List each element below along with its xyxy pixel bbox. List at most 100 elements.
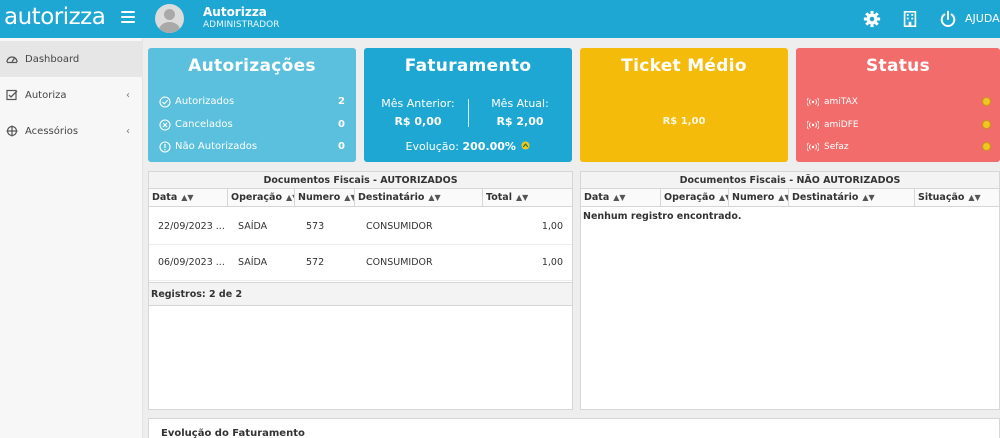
evolution-value: 200.00% (462, 140, 516, 153)
chart-section: Evolução do Faturamento (148, 418, 1000, 438)
wifi-signal-icon (807, 142, 819, 152)
app-logo[interactable]: autorizza (4, 4, 106, 30)
stat-value: 0 (338, 119, 345, 130)
cell-data: 22/09/2023 ... (158, 221, 225, 232)
column-header-operacao[interactable]: Operação▲▼ (661, 189, 729, 207)
card-title: Faturamento (404, 56, 532, 76)
sidebar-item-autoriza[interactable]: Autoriza ‹ (0, 77, 143, 113)
cell-total: 1,00 (541, 221, 563, 232)
ticket-value: R$ 1,00 (662, 116, 706, 127)
card-title: Autorizações (188, 56, 316, 76)
cell-numero: 573 (306, 221, 325, 232)
stat-value: 0 (338, 141, 345, 152)
check-circle-icon (159, 96, 171, 108)
table-footer: Registros: 2 de 2 (149, 282, 572, 306)
sort-icon: ▲▼ (344, 193, 354, 202)
stat-value: 2 (338, 96, 345, 107)
table-header: Data▲▼ Operação▲▼ Numero▲▼ Destinatário▲… (581, 189, 999, 207)
table-row[interactable]: 06/09/2023 ... SAÍDA 572 CONSUMIDOR 1,00 (149, 245, 572, 281)
sidebar-item-acessorios[interactable]: Acessórios ‹ (0, 113, 143, 149)
wifi-signal-icon (807, 120, 819, 130)
table-header: Data▲▼ Operação▲▼ Numero▲▼ Destinatário▲… (149, 189, 572, 207)
gear-icon[interactable] (863, 10, 881, 28)
table-autorizados: Documentos Fiscais - AUTORIZADOS Data ▲▼ … (148, 171, 573, 410)
wifi-signal-icon (807, 97, 819, 107)
sort-icon: ▲▼ (428, 193, 441, 202)
hamburger-menu-icon[interactable] (121, 11, 135, 23)
sidebar-item-label: Acessórios (25, 125, 79, 137)
table-title: Documentos Fiscais - AUTORIZADOS (149, 172, 572, 189)
table-nao-autorizados: Documentos Fiscais - NÃO AUTORIZADOS Dat… (580, 171, 1000, 410)
card-title: Ticket Médio (621, 56, 747, 76)
stat-label: Não Autorizados (175, 141, 258, 152)
card-ticket-medio: Ticket Médio R$ 1,00 (580, 48, 788, 162)
table-row[interactable]: 22/09/2023 ... SAÍDA 573 CONSUMIDOR 1,00 (149, 209, 572, 245)
current-month-label: Mês Atual: (491, 97, 549, 110)
column-header-numero[interactable]: Numero▲▼ (295, 189, 355, 207)
stat-label: Autorizados (175, 96, 235, 107)
current-month-value: R$ 2,00 (496, 115, 544, 128)
cell-total: 1,00 (541, 257, 563, 268)
sidebar-item-dashboard[interactable]: Dashboard (0, 41, 143, 77)
card-title: Status (866, 56, 930, 76)
column-header-total[interactable]: Total ▲▼ (483, 189, 572, 207)
x-circle-icon (159, 119, 171, 131)
sort-icon: ▲▼ (862, 193, 875, 202)
sidebar-item-label: Dashboard (25, 53, 80, 65)
status-label: Sefaz (824, 142, 849, 152)
help-link[interactable]: AJUDA (965, 12, 1000, 25)
building-icon[interactable] (901, 10, 919, 28)
card-autorizacoes: Autorizações Autorizados 2 Cancelados 0 … (148, 48, 356, 162)
dashboard-icon (6, 56, 18, 64)
cell-operacao: SAÍDA (238, 221, 268, 232)
column-header-numero[interactable]: Numero▲▼ (729, 189, 789, 207)
sort-icon: ▲▼ (613, 193, 626, 202)
column-header-situacao[interactable]: Situação ▲▼ (915, 189, 1000, 207)
column-header-operacao[interactable]: Operação▲▼ (228, 189, 295, 207)
sidebar: Dashboard Autoriza ‹ Acessórios ‹ (0, 38, 143, 438)
status-label: amiTAX (824, 97, 858, 107)
user-name: Autorizza (203, 5, 267, 19)
chevron-left-icon: ‹ (126, 89, 130, 101)
check-square-icon (6, 89, 18, 101)
sidebar-item-label: Autoriza (25, 89, 67, 101)
sort-icon: ▲▼ (718, 193, 728, 202)
previous-month-label: Mês Anterior: (381, 97, 455, 110)
table-title: Documentos Fiscais - NÃO AUTORIZADOS (581, 172, 999, 189)
current-month: Mês Atual: R$ 2,00 (470, 97, 570, 128)
exclamation-circle-icon (159, 141, 171, 153)
top-bar: autorizza Autorizza ADMINISTRADOR AJUDA (0, 0, 1000, 38)
trend-up-icon (521, 141, 531, 150)
card-status: Status amiTAX amiDFE Sefaz (796, 48, 1000, 162)
evolution-label: Evolução: (405, 140, 459, 153)
column-header-data[interactable]: Data ▲▼ (149, 189, 228, 207)
cell-numero: 572 (306, 257, 325, 268)
evolution: Evolução: 200.00% (364, 140, 572, 153)
divider (468, 99, 469, 127)
sort-icon: ▲▼ (285, 193, 294, 202)
user-role: ADMINISTRADOR (203, 20, 280, 30)
previous-month-value: R$ 0,00 (394, 115, 442, 128)
status-label: amiDFE (824, 120, 859, 130)
avatar[interactable] (155, 4, 184, 33)
chart-section-title: Evolução do Faturamento (161, 428, 305, 438)
sort-icon: ▲▼ (778, 193, 788, 202)
crosshair-icon (6, 125, 18, 137)
column-header-destinatario[interactable]: Destinatário ▲▼ (355, 189, 483, 207)
cell-data: 06/09/2023 ... (158, 257, 225, 268)
sort-icon: ▲▼ (968, 193, 981, 202)
stat-label: Cancelados (175, 119, 233, 130)
cell-destinatario: CONSUMIDOR (366, 221, 433, 232)
status-indicator-icon (982, 120, 991, 129)
column-header-destinatario[interactable]: Destinatário ▲▼ (789, 189, 915, 207)
previous-month: Mês Anterior: R$ 0,00 (368, 97, 468, 128)
sort-icon: ▲▼ (515, 193, 529, 202)
status-indicator-icon (982, 97, 991, 106)
status-indicator-icon (982, 142, 991, 151)
column-header-data[interactable]: Data ▲▼ (581, 189, 661, 207)
cell-destinatario: CONSUMIDOR (366, 257, 433, 268)
empty-message: Nenhum registro encontrado. (583, 211, 742, 222)
power-icon[interactable] (939, 10, 957, 28)
chevron-left-icon: ‹ (126, 125, 130, 137)
cell-operacao: SAÍDA (238, 257, 268, 268)
